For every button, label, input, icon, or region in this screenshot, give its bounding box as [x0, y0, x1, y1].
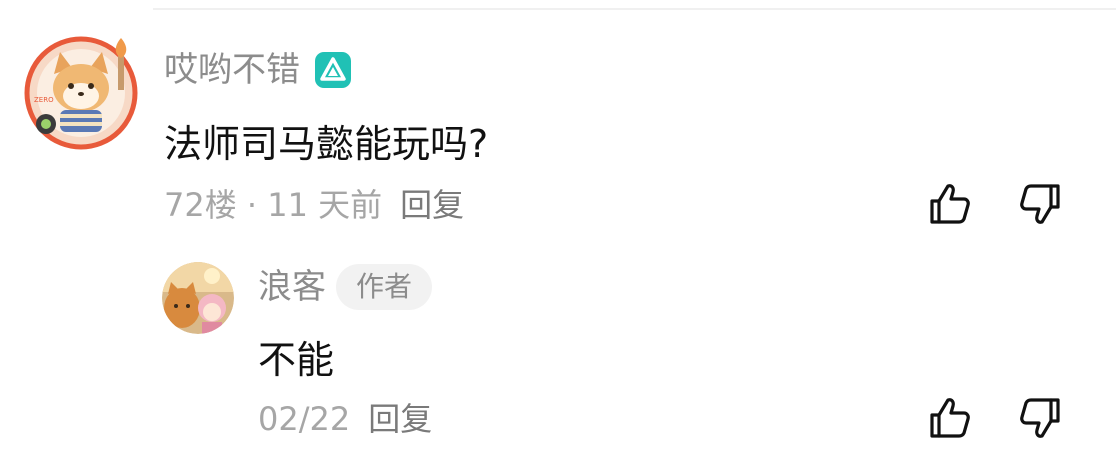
reply-date: 02/22 — [258, 400, 351, 438]
comment-author-name[interactable]: 哎哟不错 — [164, 50, 300, 90]
top-divider — [153, 8, 1116, 10]
thumbs-up-icon[interactable] — [926, 180, 974, 228]
author-tag: 作者 — [336, 264, 432, 310]
meta-separator: · — [236, 186, 268, 224]
comment-text: 法师司马懿能玩吗? — [164, 122, 489, 166]
reply-text: 不能 — [258, 338, 335, 382]
comment-time: 11 天前 — [267, 186, 383, 224]
reply-author-name[interactable]: 浪客 — [258, 267, 326, 307]
avatar[interactable]: ZERO — [24, 36, 138, 150]
avatar-badge-text: ZERO — [34, 96, 54, 104]
reply-meta: 02/22 回复 — [258, 400, 432, 438]
reply-avatar[interactable] — [162, 262, 234, 334]
thumbs-down-icon[interactable] — [1016, 180, 1064, 228]
floor-number: 72楼 — [164, 186, 237, 224]
thumbs-down-icon[interactable] — [1016, 394, 1064, 442]
thumbs-up-icon[interactable] — [926, 394, 974, 442]
reply-button[interactable]: 回复 — [400, 186, 464, 224]
reply-reply-button[interactable]: 回复 — [368, 400, 432, 438]
verified-triangle-icon — [315, 52, 351, 88]
comment-meta: 72楼 · 11 天前 回复 — [164, 186, 464, 224]
